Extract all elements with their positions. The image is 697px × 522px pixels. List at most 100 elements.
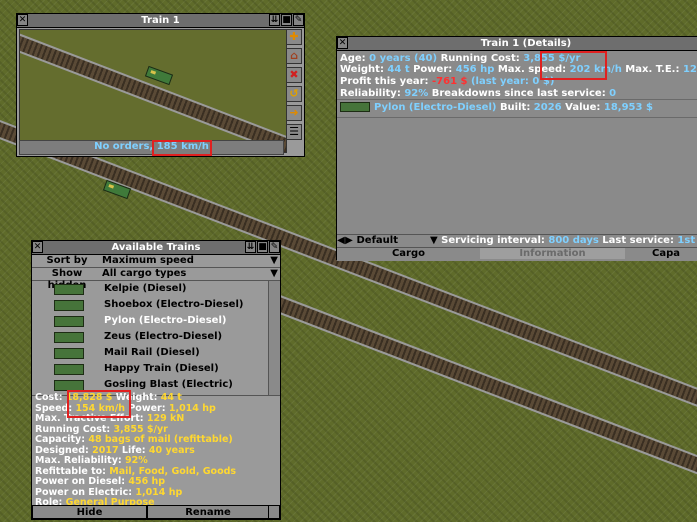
designed-label: Designed: — [35, 444, 93, 456]
refit-value: Mail, Food, Gold, Goods — [109, 465, 237, 477]
details-divider — [337, 117, 697, 118]
service-bar: ◀▶ Default ▼ Servicing interval: 800 day… — [337, 234, 697, 247]
running-value: 3,855 $/yr — [113, 423, 168, 435]
defsize-icon[interactable]: ■ — [257, 241, 268, 253]
profit-row: Profit this year: -761 $ (last year: 0 $… — [340, 76, 554, 88]
last-service-label: Last service: — [602, 235, 678, 246]
sort-dropdown[interactable]: Maximum speed — [102, 255, 194, 267]
close-icon[interactable]: ✕ — [17, 14, 28, 26]
available-trains-window: ✕ Available Trains ⇊ ■ ✎ Sort by Maximum… — [31, 240, 281, 520]
stop-icon[interactable]: ✖ — [286, 67, 302, 83]
tab-capacity[interactable]: Capa — [625, 248, 697, 259]
service-dropdown[interactable]: Default — [356, 235, 426, 247]
electric-value: 1,014 hp — [135, 486, 183, 498]
prev-arrow-icon[interactable]: ◀ — [337, 235, 345, 247]
available-trains-title: Available Trains — [111, 242, 201, 253]
weight-value: 44 t — [387, 64, 410, 75]
available-trains-titlebar[interactable]: ✕ Available Trains ⇊ ■ ✎ — [32, 241, 280, 255]
capacity-label: Capacity: — [35, 434, 89, 445]
train-status-bar[interactable]: No orders, 185 km/h — [19, 140, 284, 155]
list-scrollbar[interactable] — [268, 281, 280, 395]
speed-value: 154 km/h — [75, 402, 126, 414]
train-window-titlebar[interactable]: ✕ Train 1 ⇊ ■ ✎ — [17, 14, 304, 28]
list-item-name: Zeus (Electro-Diesel) — [104, 331, 223, 342]
next-arrow-icon[interactable]: ▶ — [345, 235, 353, 247]
close-icon[interactable]: ✕ — [32, 241, 43, 253]
capacity-value: 48 bags of mail (refittable) — [88, 434, 233, 445]
shade-icon[interactable]: ⇊ — [245, 241, 256, 253]
list-item[interactable]: Shoebox (Electro-Diesel) — [32, 297, 280, 313]
breakdowns-value: 0 — [609, 88, 617, 99]
engine-icon — [54, 348, 84, 359]
tab-cargo[interactable]: Cargo — [337, 248, 480, 259]
chevron-down-icon[interactable]: ▼ — [270, 268, 278, 280]
vehicle-icon — [340, 102, 370, 112]
age-label: Age: — [340, 53, 370, 64]
cost-label: Cost: — [35, 392, 66, 403]
rename-button[interactable]: Rename — [147, 505, 269, 519]
speed-label: Speed: — [35, 402, 76, 414]
engine-info: Cost: 18,828 $ Weight: 44 t Speed: 154 k… — [35, 392, 237, 509]
details-tabs: Cargo Information Capa — [337, 247, 697, 261]
engine-icon — [54, 284, 84, 295]
list-item[interactable]: Gosling Blast (Electric) — [32, 377, 280, 393]
center-view-icon[interactable]: ✚ — [286, 29, 302, 45]
chevron-down-icon[interactable]: ▼ — [270, 255, 278, 267]
list-item[interactable]: Pylon (Electro-Diesel) — [32, 313, 280, 329]
details-icon[interactable]: ☰ — [286, 124, 302, 140]
engine-icon — [54, 364, 84, 375]
status-speed: 185 km/h — [156, 141, 209, 152]
hide-button[interactable]: Hide — [32, 505, 147, 519]
cargo-filter-dropdown[interactable]: All cargo types — [102, 268, 186, 280]
shade-icon[interactable]: ⇊ — [269, 14, 280, 26]
reliability-label: Reliability: — [340, 88, 405, 99]
engine-icon — [54, 380, 84, 391]
profit-last-close: ) — [549, 76, 555, 87]
engine-icon — [54, 332, 84, 343]
orders-icon[interactable]: ➜ — [286, 105, 302, 121]
train-list: Kelpie (Diesel) Shoebox (Electro-Diesel)… — [32, 281, 280, 396]
sort-button[interactable]: Sort by — [32, 255, 102, 267]
reverse-icon[interactable]: ↺ — [286, 86, 302, 102]
details-window-titlebar[interactable]: ✕ Train 1 (Details) — [337, 37, 697, 51]
refit-label: Refittable to: — [35, 465, 110, 477]
power-value: 1,014 hp — [168, 402, 216, 414]
profit-last-label: (last year: — [470, 76, 533, 87]
built-label: Built: — [499, 102, 534, 113]
list-item-name: Pylon (Electro-Diesel) — [104, 315, 227, 326]
service-dropdown-value: Default — [356, 235, 398, 246]
resize-handle[interactable] — [268, 505, 280, 519]
reliability-value: 92% — [404, 88, 429, 99]
list-item[interactable]: Mail Rail (Diesel) — [32, 345, 280, 361]
service-value[interactable]: 800 days — [548, 235, 598, 246]
reliability-label: Max. Reliability: — [35, 455, 125, 466]
list-item-name: Gosling Blast (Electric) — [104, 379, 233, 390]
train-viewport[interactable] — [19, 29, 287, 153]
list-item[interactable]: Kelpie (Diesel) — [32, 281, 280, 297]
vehicle-row[interactable]: Pylon (Electro-Diesel) Built: 2026 Value… — [340, 102, 653, 114]
cost-value: 18,828 $ — [65, 392, 113, 403]
chevron-down-icon[interactable]: ▼ — [430, 235, 438, 246]
reliability-value: 92% — [125, 455, 148, 466]
vehicle-name: Pylon (Electro-Diesel) — [374, 102, 497, 113]
sticky-icon[interactable]: ✎ — [269, 241, 280, 253]
details-body: Age: 0 years (40) Running Cost: 3,855 $/… — [337, 51, 697, 235]
tab-information[interactable]: Information — [480, 248, 625, 259]
depot-icon[interactable]: ⌂ — [286, 48, 302, 64]
running-label: Running Cost: — [35, 423, 114, 435]
breakdowns-label: Breakdowns since last service: — [431, 88, 610, 99]
running-cost-value: 3,855 $/yr — [523, 53, 581, 64]
weight-value: 44 t — [160, 392, 182, 403]
list-item[interactable]: Zeus (Electro-Diesel) — [32, 329, 280, 345]
life-value: 40 years — [148, 444, 195, 456]
close-icon[interactable]: ✕ — [337, 37, 348, 49]
power-label: Power: — [125, 402, 169, 414]
train-window: ✕ Train 1 ⇊ ■ ✎ ✚ ⌂ ✖ ↺ ➜ ☰ No orders, 1… — [16, 13, 305, 157]
max-te-value: 129 kN — [682, 64, 697, 75]
profit-value: -761 $ — [432, 76, 468, 87]
defsize-icon[interactable]: ■ — [281, 14, 292, 26]
status-text: No orders, — [94, 141, 157, 152]
sticky-icon[interactable]: ✎ — [293, 14, 304, 26]
details-window: ✕ Train 1 (Details) Age: 0 years (40) Ru… — [336, 36, 697, 261]
list-item[interactable]: Happy Train (Diesel) — [32, 361, 280, 377]
